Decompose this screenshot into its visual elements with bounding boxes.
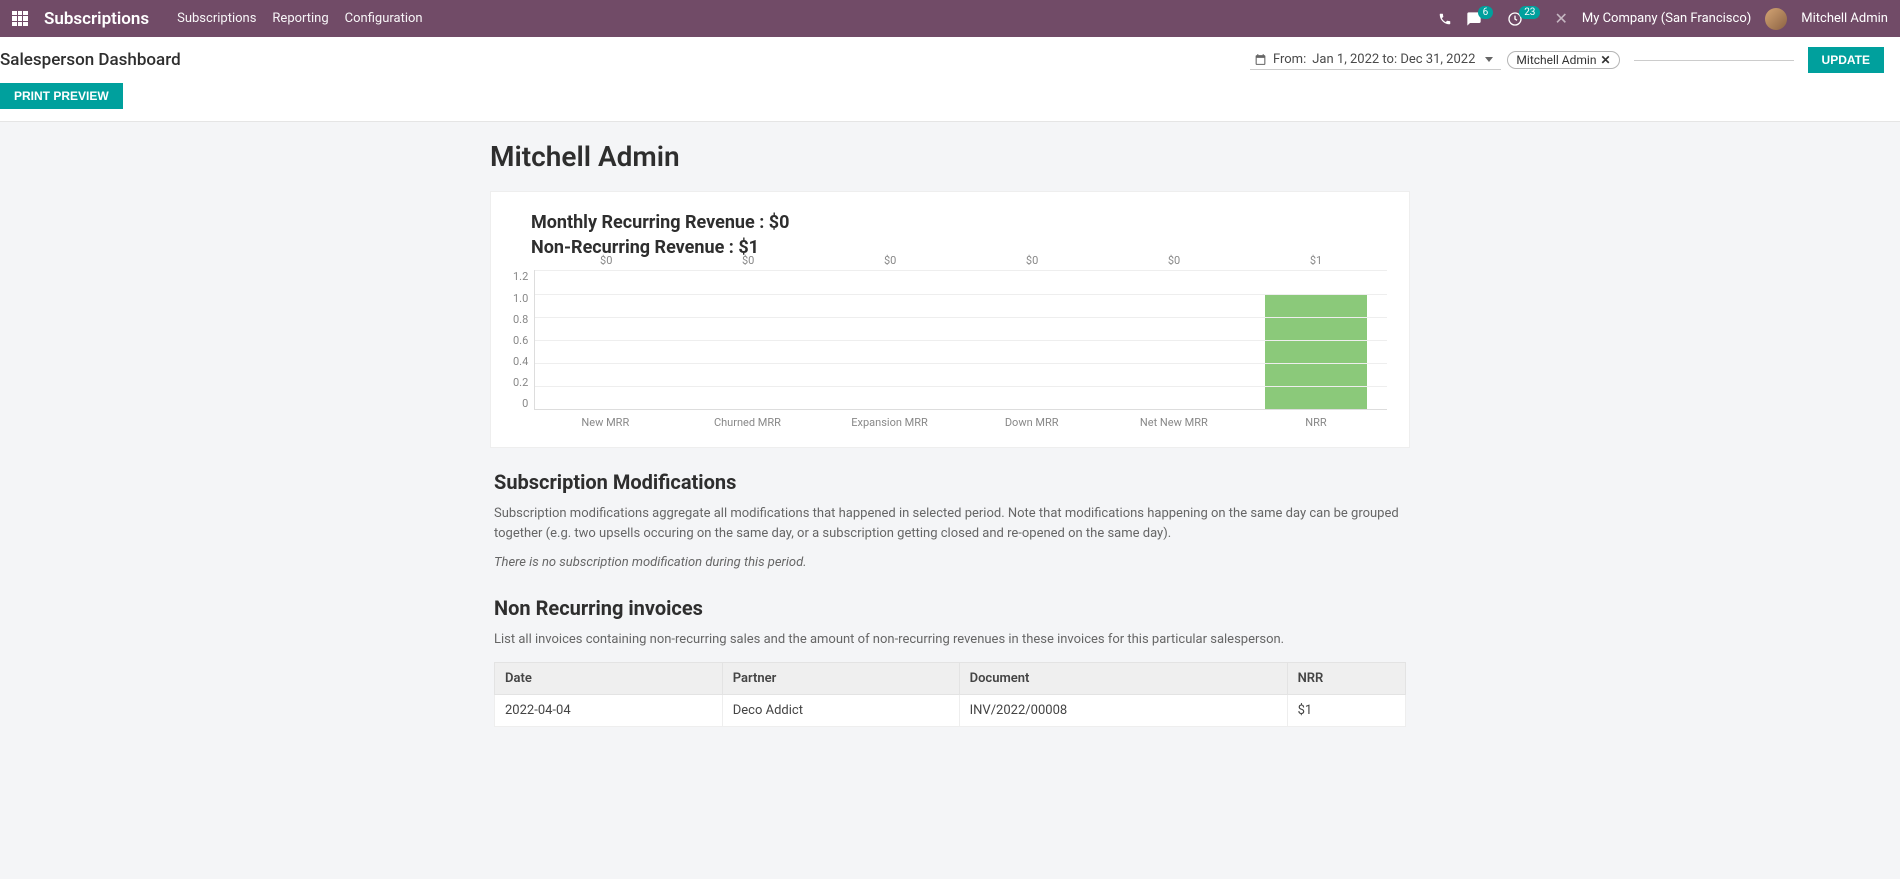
bar-value-label: $0 — [600, 254, 612, 267]
phone-icon[interactable] — [1438, 12, 1452, 26]
chevron-down-icon — [1485, 57, 1493, 62]
x-label: NRR — [1245, 416, 1387, 429]
col-date: Date — [495, 662, 723, 694]
x-label: Down MRR — [961, 416, 1103, 429]
grid-line — [535, 270, 1387, 271]
date-range-value: Jan 1, 2022 to: Dec 31, 2022 — [1312, 52, 1475, 67]
top-navbar: Subscriptions Subscriptions Reporting Co… — [0, 0, 1900, 37]
nav-link-configuration[interactable]: Configuration — [345, 11, 423, 26]
bar-value-label: $0 — [1026, 254, 1038, 267]
grid-line — [535, 317, 1387, 318]
x-label: Expansion MRR — [819, 416, 961, 429]
avatar[interactable] — [1765, 8, 1787, 30]
x-axis: New MRRChurned MRRExpansion MRRDown MRRN… — [534, 416, 1387, 429]
col-document: Document — [959, 662, 1287, 694]
nrr-desc: List all invoices containing non-recurri… — [494, 630, 1406, 650]
y-tick: 0.2 — [513, 376, 528, 389]
col-nrr: NRR — [1287, 662, 1405, 694]
nrr-table: Date Partner Document NRR 2022-04-04Deco… — [494, 662, 1406, 727]
nav-link-subscriptions[interactable]: Subscriptions — [177, 11, 256, 26]
y-axis: 1.2 1.0 0.8 0.6 0.4 0.2 0 — [513, 270, 534, 410]
messages-icon[interactable]: 6 — [1466, 11, 1494, 27]
apps-icon[interactable] — [12, 11, 28, 27]
col-partner: Partner — [722, 662, 959, 694]
bar-value-label: $0 — [1168, 254, 1180, 267]
cell-date: 2022-04-04 — [495, 694, 723, 726]
y-tick: 0 — [522, 397, 528, 410]
app-title[interactable]: Subscriptions — [44, 9, 149, 29]
x-label: Net New MRR — [1103, 416, 1245, 429]
bar — [1265, 294, 1367, 410]
y-tick: 0.8 — [513, 313, 528, 326]
date-range-filter[interactable]: From: Jan 1, 2022 to: Dec 31, 2022 — [1250, 50, 1501, 70]
grid-line — [535, 294, 1387, 295]
nrr-invoices-section: Non Recurring invoices List all invoices… — [490, 596, 1410, 727]
y-tick: 0.6 — [513, 334, 528, 347]
y-tick: 1.2 — [513, 270, 528, 283]
company-selector[interactable]: My Company (San Francisco) — [1582, 11, 1751, 26]
y-tick: 0.4 — [513, 355, 528, 368]
activity-badge: 23 — [1519, 6, 1540, 19]
nav-link-reporting[interactable]: Reporting — [272, 11, 328, 26]
bar-value-label: $1 — [1310, 254, 1322, 267]
print-preview-button[interactable]: PRINT PREVIEW — [0, 83, 123, 109]
grid-line — [535, 386, 1387, 387]
user-menu[interactable]: Mitchell Admin — [1801, 11, 1888, 26]
activity-icon[interactable]: 23 — [1507, 11, 1540, 27]
cell-document: INV/2022/00008 — [959, 694, 1287, 726]
date-from-label: From: — [1273, 52, 1306, 67]
nrr-summary: Non-Recurring Revenue : $1 — [531, 235, 1387, 260]
calendar-icon — [1254, 53, 1267, 66]
page-title: Salesperson Dashboard — [0, 50, 181, 70]
close-icon[interactable]: ✕ — [1554, 9, 1567, 28]
filter-tag-label: Mitchell Admin — [1516, 53, 1596, 67]
modifications-empty: There is no subscription modification du… — [494, 555, 1406, 570]
bar-value-label: $0 — [742, 254, 754, 267]
x-label: New MRR — [534, 416, 676, 429]
revenue-panel: Monthly Recurring Revenue : $0 Non-Recur… — [490, 191, 1410, 448]
modifications-desc: Subscription modifications aggregate all… — [494, 504, 1406, 543]
bar-value-label: $0 — [884, 254, 896, 267]
filter-input-line[interactable] — [1634, 60, 1794, 61]
subscription-modifications-section: Subscription Modifications Subscription … — [490, 470, 1410, 570]
grid-line — [535, 340, 1387, 341]
cell-nrr: $1 — [1287, 694, 1405, 726]
update-button[interactable]: UPDATE — [1808, 47, 1884, 73]
remove-tag-icon[interactable]: ✕ — [1600, 53, 1610, 67]
grid-line — [535, 363, 1387, 364]
control-panel: Salesperson Dashboard From: Jan 1, 2022 … — [0, 37, 1900, 122]
x-label: Churned MRR — [676, 416, 818, 429]
messages-badge: 6 — [1478, 6, 1494, 19]
salesperson-heading: Mitchell Admin — [490, 140, 1410, 173]
modifications-title: Subscription Modifications — [494, 470, 1406, 494]
y-tick: 1.0 — [513, 292, 528, 305]
revenue-chart: 1.2 1.0 0.8 0.6 0.4 0.2 0 $0$0$0$0$0$1 New MRR… — [513, 270, 1387, 429]
table-row[interactable]: 2022-04-04Deco AddictINV/2022/00008$1 — [495, 694, 1406, 726]
nrr-header-row: Date Partner Document NRR — [495, 662, 1406, 694]
chart-grid: $0$0$0$0$0$1 — [534, 270, 1387, 410]
report-content: Mitchell Admin Monthly Recurring Revenue… — [470, 140, 1430, 727]
salesperson-filter-tag[interactable]: Mitchell Admin ✕ — [1507, 51, 1619, 69]
nrr-title: Non Recurring invoices — [494, 596, 1406, 620]
cell-partner: Deco Addict — [722, 694, 959, 726]
mrr-summary: Monthly Recurring Revenue : $0 — [531, 210, 1387, 235]
